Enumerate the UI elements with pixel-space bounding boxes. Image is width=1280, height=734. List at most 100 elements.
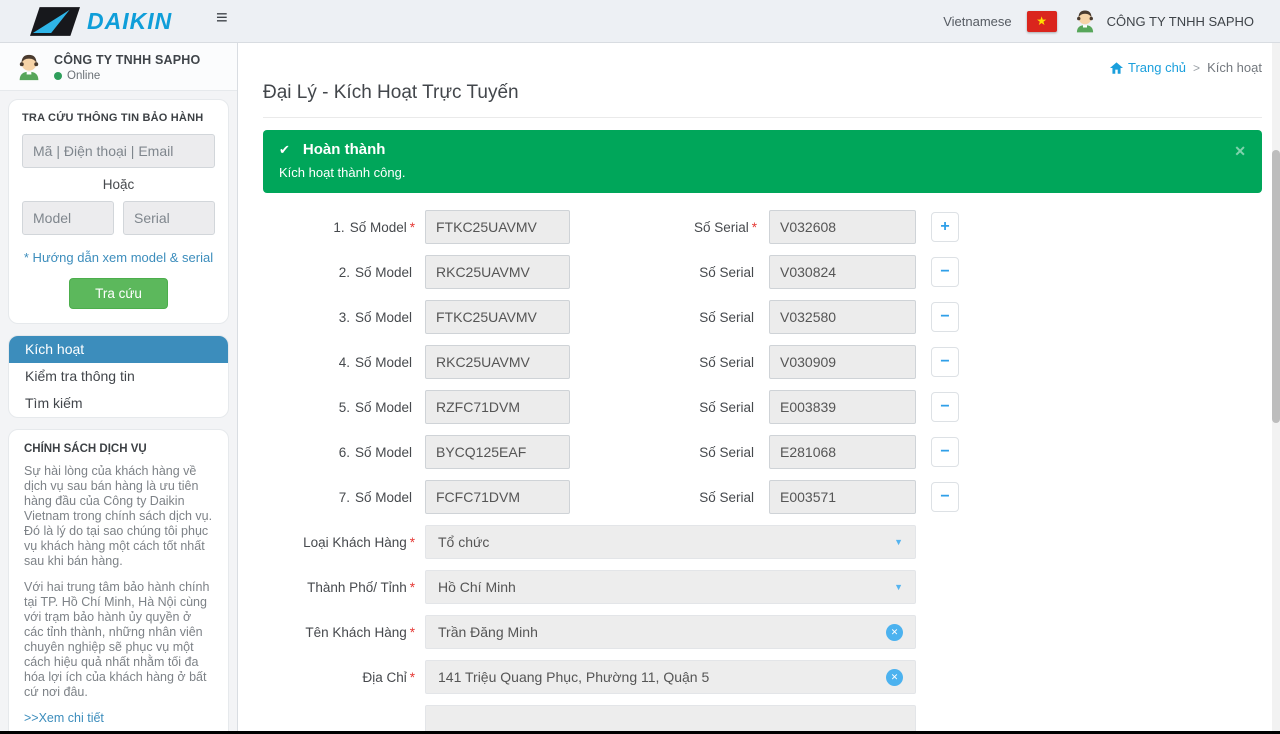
required-mark: * bbox=[410, 535, 415, 550]
remove-row-button[interactable]: − bbox=[931, 392, 959, 422]
remove-row-button[interactable]: − bbox=[931, 257, 959, 287]
serial-input[interactable] bbox=[769, 300, 916, 334]
remove-row-button[interactable]: − bbox=[931, 347, 959, 377]
model-label-text: Số Model bbox=[355, 490, 412, 505]
chevron-down-icon: ▼ bbox=[894, 582, 903, 592]
success-alert: ✔ Hoàn thành Kích hoạt thành công. ✕ bbox=[263, 130, 1262, 193]
hamburger-menu-icon[interactable]: ≡ bbox=[216, 8, 228, 28]
serial-input[interactable] bbox=[769, 345, 916, 379]
model-input[interactable] bbox=[425, 435, 570, 469]
required-mark: * bbox=[410, 670, 415, 685]
serial-label: Số Serial bbox=[570, 265, 757, 280]
scrollbar-thumb[interactable] bbox=[1272, 150, 1280, 423]
row-action-icon: + bbox=[940, 219, 949, 235]
breadcrumb: Trang chủ > Kích hoạt bbox=[263, 43, 1262, 75]
user-status: Online bbox=[54, 70, 200, 82]
model-input[interactable] bbox=[425, 345, 570, 379]
model-serial-row: 3.Số Model Số Serial − bbox=[263, 300, 1262, 334]
sidebar-menu-item[interactable]: Kích hoạt bbox=[9, 336, 228, 363]
topbar-user-menu[interactable]: CÔNG TY TNHH SAPHO bbox=[1072, 8, 1254, 34]
serial-label: Số Serial* bbox=[570, 220, 757, 235]
main-content: Trang chủ > Kích hoạt Đại Lý - Kích Hoạt… bbox=[238, 43, 1280, 734]
serial-input[interactable] bbox=[769, 255, 916, 289]
page-title: Đại Lý - Kích Hoạt Trực Tuyến bbox=[263, 82, 1262, 118]
address-row: Địa Chỉ* 141 Triệu Quang Phục, Phường 11… bbox=[263, 660, 1262, 694]
alert-title-row: ✔ Hoàn thành bbox=[279, 141, 1246, 158]
alert-message: Kích hoạt thành công. bbox=[279, 165, 1246, 180]
serial-input[interactable] bbox=[769, 480, 916, 514]
sidebar-menu-item[interactable]: Kiểm tra thông tin bbox=[9, 363, 228, 390]
brand-text: DAIKIN bbox=[87, 8, 172, 35]
model-label: 3.Số Model bbox=[263, 310, 415, 325]
policy-paragraph: Sự hài lòng của khách hàng về dịch vụ sa… bbox=[24, 464, 213, 569]
serial-input[interactable] bbox=[769, 390, 916, 424]
policy-title: CHÍNH SÁCH DỊCH VỤ bbox=[24, 443, 213, 455]
remove-row-button[interactable]: − bbox=[931, 482, 959, 512]
lookup-submit-button[interactable]: Tra cứu bbox=[69, 278, 168, 309]
address-field[interactable]: 141 Triệu Quang Phục, Phường 11, Quận 5 … bbox=[425, 660, 916, 694]
model-label-text: Số Model bbox=[355, 355, 412, 370]
alert-title: Hoàn thành bbox=[303, 141, 386, 158]
breadcrumb-separator: > bbox=[1193, 61, 1200, 75]
model-label-text: Số Model bbox=[355, 400, 412, 415]
home-icon bbox=[1110, 62, 1123, 74]
language-selector[interactable]: Vietnamese bbox=[943, 14, 1011, 29]
policy-paragraphs: Sự hài lòng của khách hàng về dịch vụ sa… bbox=[24, 464, 213, 700]
online-status-icon bbox=[54, 72, 62, 80]
city-label: Thành Phố/ Tỉnh* bbox=[263, 580, 415, 595]
model-input[interactable] bbox=[425, 300, 570, 334]
remove-row-button[interactable]: − bbox=[931, 302, 959, 332]
customer-type-select[interactable]: Tổ chức ▼ bbox=[425, 525, 916, 559]
sidebar-menu-item[interactable]: Tìm kiếm bbox=[9, 390, 228, 417]
model-input[interactable] bbox=[425, 390, 570, 424]
lookup-model-input[interactable] bbox=[22, 201, 114, 235]
model-label: 2.Số Model bbox=[263, 265, 415, 280]
model-serial-row: 5.Số Model Số Serial − bbox=[263, 390, 1262, 424]
sidebar-user-info: CÔNG TY TNHH SAPHO Online bbox=[54, 53, 200, 82]
serial-label: Số Serial bbox=[570, 400, 757, 415]
partial-next-field[interactable] bbox=[425, 705, 916, 734]
lookup-serial-input[interactable] bbox=[123, 201, 215, 235]
clear-field-icon[interactable]: ✕ bbox=[886, 624, 903, 641]
breadcrumb-home-link[interactable]: Trang chủ bbox=[1110, 60, 1186, 75]
serial-label: Số Serial bbox=[570, 355, 757, 370]
model-serial-row: 1.Số Model* Số Serial* + bbox=[263, 210, 1262, 244]
model-label: 4.Số Model bbox=[263, 355, 415, 370]
remove-row-button[interactable]: − bbox=[931, 437, 959, 467]
customer-name-label: Tên Khách Hàng* bbox=[263, 625, 415, 640]
city-value: Hồ Chí Minh bbox=[438, 579, 516, 595]
model-input[interactable] bbox=[425, 210, 570, 244]
customer-name-field[interactable]: Trần Đăng Minh ✕ bbox=[425, 615, 916, 649]
clear-field-icon[interactable]: ✕ bbox=[886, 669, 903, 686]
row-action-icon: − bbox=[940, 444, 949, 460]
row-number: 3. bbox=[339, 310, 350, 325]
model-serial-guide-link[interactable]: * Hướng dẫn xem model & serial bbox=[22, 250, 215, 265]
policy-link[interactable]: >>Xem chi tiết bbox=[24, 711, 213, 725]
policy-paragraph: Với hai trung tâm bảo hành chính tại TP.… bbox=[24, 580, 213, 700]
serial-label: Số Serial bbox=[570, 310, 757, 325]
row-number: 7. bbox=[339, 490, 350, 505]
model-serial-row: 7.Số Model Số Serial − bbox=[263, 480, 1262, 514]
vietnam-flag-icon[interactable]: ★ bbox=[1027, 11, 1057, 32]
topbar-user-name: CÔNG TY TNHH SAPHO bbox=[1107, 14, 1254, 29]
serial-input[interactable] bbox=[769, 210, 916, 244]
sidebar: CÔNG TY TNHH SAPHO Online TRA CỨU THÔNG … bbox=[0, 43, 238, 734]
sidebar-menu: Kích hoạt Kiểm tra thông tin Tìm kiếm bbox=[8, 335, 229, 418]
required-mark: * bbox=[410, 220, 415, 235]
model-input[interactable] bbox=[425, 255, 570, 289]
lookup-code-input[interactable] bbox=[22, 134, 215, 168]
model-label-text: Số Model bbox=[355, 265, 412, 280]
row-action-icon: − bbox=[940, 489, 949, 505]
alert-close-button[interactable]: ✕ bbox=[1234, 143, 1246, 160]
model-label-text: Số Model bbox=[350, 220, 407, 235]
address-label: Địa Chỉ* bbox=[263, 670, 415, 685]
model-input[interactable] bbox=[425, 480, 570, 514]
warranty-portal-page: DAIKIN ≡ Vietnamese ★ CÔNG TY TNHH SAPHO bbox=[0, 0, 1280, 734]
add-row-button[interactable]: + bbox=[931, 212, 959, 242]
city-select[interactable]: Hồ Chí Minh ▼ bbox=[425, 570, 916, 604]
daikin-logo[interactable]: DAIKIN bbox=[30, 7, 172, 36]
address-value: 141 Triệu Quang Phục, Phường 11, Quận 5 bbox=[438, 669, 709, 685]
serial-input[interactable] bbox=[769, 435, 916, 469]
model-serial-rows: 1.Số Model* Số Serial* + bbox=[263, 210, 1262, 514]
page-scrollbar[interactable] bbox=[1272, 43, 1280, 734]
